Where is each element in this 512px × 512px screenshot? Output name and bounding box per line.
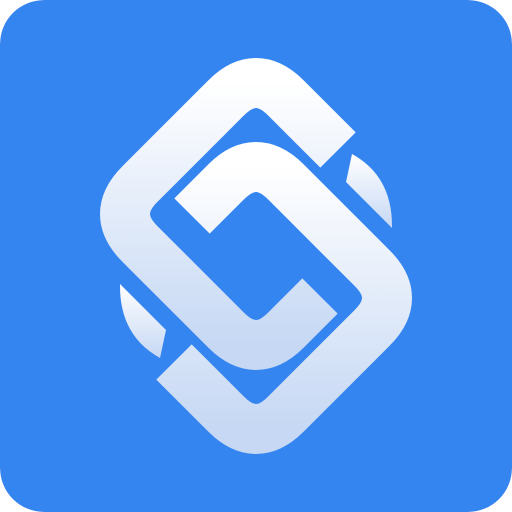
chain-link-logo-icon (0, 0, 512, 512)
app-icon[interactable] (0, 0, 512, 512)
